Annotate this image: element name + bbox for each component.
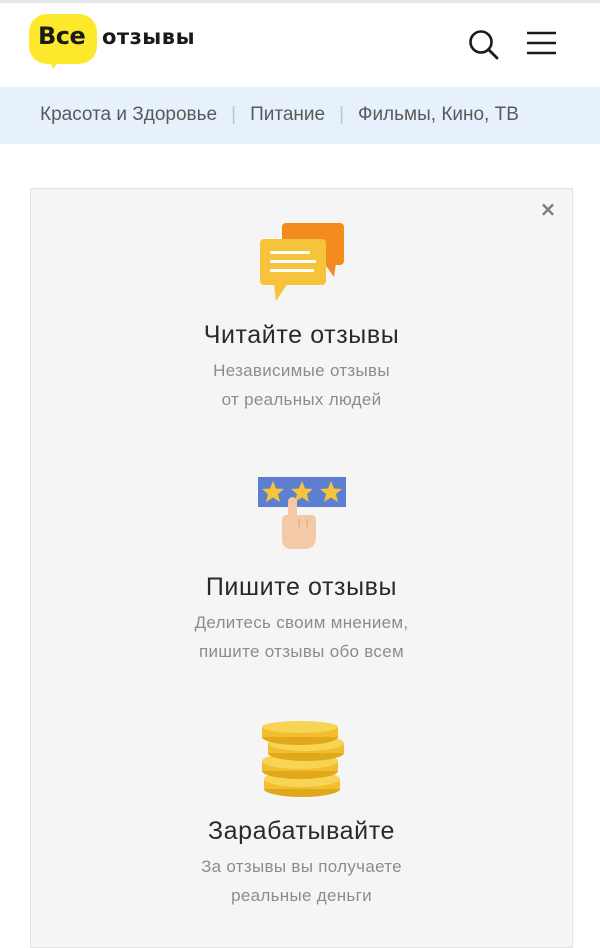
site-header: Все отзывы [0, 3, 600, 87]
feature-desc-line2: пишите отзывы обо всем [199, 642, 404, 661]
site-logo[interactable]: Все отзывы [29, 11, 229, 73]
category-beauty-health[interactable]: Красота и Здоровье [40, 104, 217, 126]
category-separator: | [231, 104, 237, 125]
category-nav: Красота и Здоровье | Питание | Фильмы, Кино,… [0, 87, 600, 144]
feature-desc-line1: За отзывы вы получаете [201, 857, 402, 876]
feature-desc-line2: от реальных людей [221, 390, 382, 409]
feature-write: Пишите отзывы Делитесь своим мнением, пи… [31, 475, 572, 666]
logo-text: отзывы [102, 25, 196, 49]
promo-card: × Читайте отзывы Независимые отзывы от р… [30, 188, 573, 948]
feature-title: Читайте отзывы [203, 321, 400, 349]
category-movies-tv[interactable]: Фильмы, Кино, ТВ [358, 104, 519, 126]
feature-desc-line2: реальные деньги [231, 886, 372, 905]
search-icon [469, 30, 499, 60]
star-rating-hand-icon [257, 477, 346, 549]
feature-desc-line1: Делитесь своим мнением, [194, 613, 409, 632]
chat-bubbles-icon [259, 223, 344, 301]
close-icon: × [539, 197, 557, 221]
menu-button[interactable] [523, 29, 559, 59]
feature-title: Зарабатывайте [207, 817, 396, 845]
feature-title: Пишите отзывы [205, 573, 398, 601]
search-button[interactable] [466, 27, 502, 63]
feature-earn: Зарабатывайте За отзывы вы получаете реа… [31, 721, 572, 910]
close-button[interactable]: × [538, 199, 558, 219]
feature-desc-line1: Независимые отзывы [213, 361, 390, 380]
logo-badge-text: Все [38, 22, 86, 50]
coins-stack-icon [261, 721, 344, 797]
hamburger-menu-icon [527, 31, 556, 55]
category-food[interactable]: Питание [250, 104, 325, 126]
category-separator: | [339, 104, 344, 125]
feature-read: Читайте отзывы Независимые отзывы от реа… [31, 221, 572, 414]
